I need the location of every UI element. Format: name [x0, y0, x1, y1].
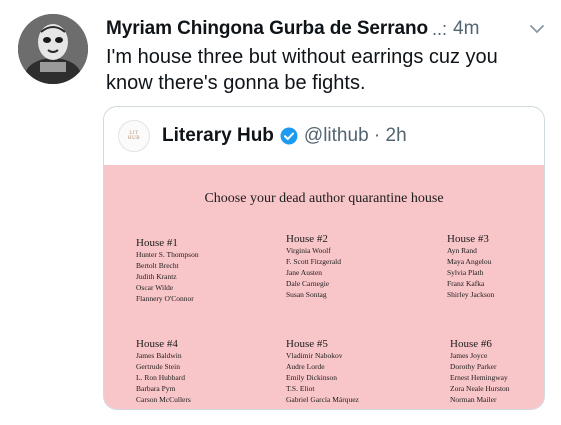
house-member: Jane Austen — [286, 268, 323, 277]
tweet-timestamp[interactable]: 4m — [453, 18, 479, 40]
house-member: Franz Kafka — [447, 279, 485, 288]
house-member: Vladimir Nabokov — [286, 351, 343, 360]
house-member: Gabriel García Márquez — [286, 395, 359, 404]
house-title: House #5 — [286, 338, 328, 350]
logo-line-2: HUB — [127, 136, 141, 141]
verified-badge-icon — [280, 127, 298, 145]
house-5: House #5 Vladimir Nabokov Audre Lorde Em… — [286, 338, 416, 405]
house-member: Dorothy Parker — [450, 362, 497, 371]
house-member: Zora Neale Hurston — [450, 384, 510, 393]
house-title: House #4 — [136, 338, 178, 350]
house-member: Sylvia Plath — [447, 268, 484, 277]
house-member: Dale Carnegie — [286, 279, 330, 288]
house-member: Norman Mailer — [450, 395, 497, 404]
quoted-image[interactable]: Choose your dead author quarantine house… — [104, 165, 544, 409]
tweet-header: Myriam Chingona Gurba de Serrano ..: 4m — [106, 14, 546, 44]
house-member: Oscar Wilde — [136, 283, 174, 292]
house-member: Flannery O'Connor — [136, 294, 194, 303]
name-truncation: ..: — [431, 18, 447, 39]
house-title: House #1 — [136, 237, 178, 249]
house-3: House #3 Ayn Rand Maya Angelou Sylvia Pl… — [447, 233, 544, 300]
house-member: Ernest Hemingway — [450, 373, 508, 382]
house-title: House #3 — [447, 233, 489, 245]
house-6: House #6 James Joyce Dorothy Parker Erne… — [450, 338, 544, 405]
house-member: Hunter S. Thompson — [136, 250, 199, 259]
house-4: House #4 James Baldwin Gertrude Stein L.… — [136, 338, 266, 405]
house-member: Audre Lorde — [286, 362, 325, 371]
house-member: F. Scott Fitzgerald — [286, 257, 342, 266]
house-member: James Baldwin — [136, 351, 182, 360]
house-member: Ayn Rand — [447, 246, 477, 255]
image-title: Choose your dead author quarantine house — [204, 191, 444, 206]
house-member: Gertrude Stein — [136, 362, 180, 371]
house-member: Virginia Woolf — [286, 246, 331, 255]
quoted-author-name[interactable]: Literary Hub — [162, 125, 274, 147]
house-2: House #2 Virginia Woolf F. Scott Fitzger… — [286, 233, 416, 300]
house-member: Shirley Jackson — [447, 290, 495, 299]
house-member: Judith Krantz — [136, 272, 177, 281]
author-name[interactable]: Myriam Chingona Gurba de Serrano — [106, 18, 428, 40]
author-avatar[interactable] — [18, 14, 88, 84]
house-title: House #6 — [450, 338, 492, 350]
house-member: L. Ron Hubbard — [136, 373, 185, 382]
house-member: Maya Angelou — [447, 257, 492, 266]
chevron-down-icon[interactable] — [528, 20, 546, 38]
house-member: Carson McCullers — [136, 395, 191, 404]
house-member: Susan Sontag — [286, 290, 327, 299]
house-title: House #2 — [286, 233, 328, 245]
tweet-text: I'm house three but without earrings cuz… — [106, 46, 498, 94]
quoted-tweet-header: LIT HUB Literary Hub @lithub · 2h — [104, 107, 544, 165]
masked-wrestler-avatar — [18, 14, 88, 84]
house-member: Bertolt Brecht — [136, 261, 179, 270]
house-member: Barbara Pym — [136, 384, 176, 393]
lithub-logo[interactable]: LIT HUB — [118, 120, 150, 152]
quoted-tweet-card[interactable]: LIT HUB Literary Hub @lithub · 2h Choose… — [103, 106, 545, 410]
house-member: T.S. Eliot — [286, 384, 315, 393]
house-member: James Joyce — [450, 351, 488, 360]
house-member: Emily Dickinson — [286, 373, 338, 382]
quoted-handle-time: @lithub · 2h — [303, 125, 407, 146]
house-1: House #1 Hunter S. Thompson Bertolt Brec… — [136, 237, 266, 304]
